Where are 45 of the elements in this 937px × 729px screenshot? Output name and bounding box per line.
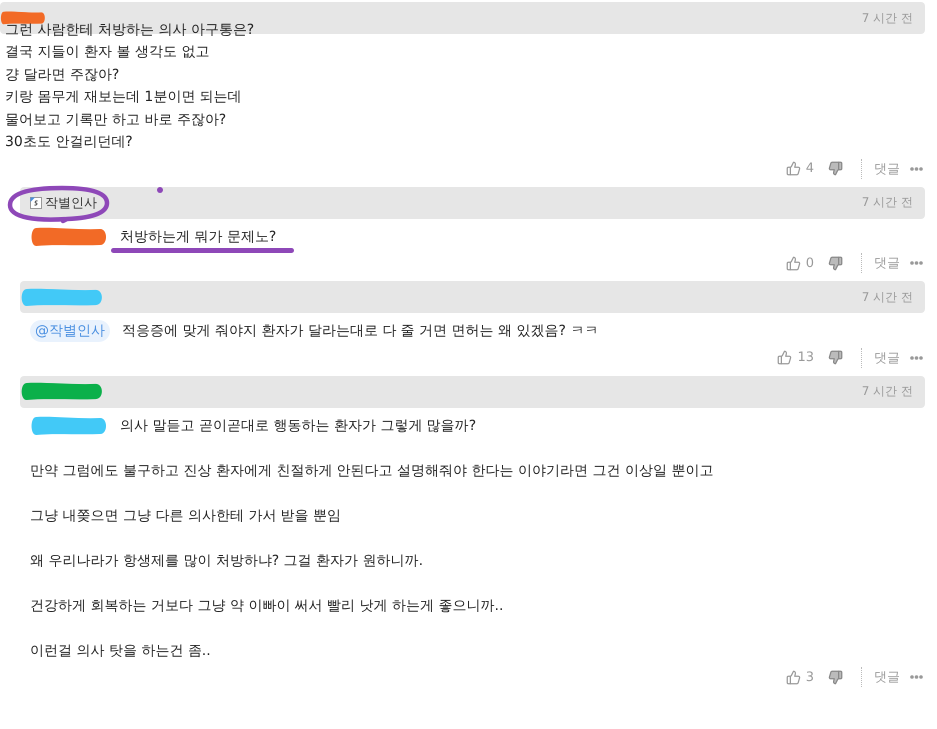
comment-text: 왜 우리나라가 항생제를 많이 처방하냐? 그걸 환자가 원하니까. bbox=[30, 552, 424, 570]
comment-text: 그냥 내쫒으면 그냥 다른 의사한테 가서 받을 뿐임 bbox=[30, 506, 342, 526]
comment-text: 이런걸 의사 탓을 하는건 좀.. bbox=[30, 642, 211, 660]
more-icon bbox=[910, 166, 923, 170]
more-icon bbox=[910, 261, 923, 265]
dislike-button[interactable] bbox=[828, 350, 843, 365]
reply-button[interactable]: 댓글 bbox=[874, 254, 900, 272]
more-button[interactable] bbox=[910, 356, 923, 360]
more-button[interactable] bbox=[910, 261, 923, 265]
thumbs-up-icon bbox=[777, 350, 792, 365]
comment-text: 키랑 몸무게 재보는데 1분이면 되는데 물어보고 기록만 하고 바로 주잖아? 30초도 안걸리던데? bbox=[5, 88, 242, 152]
more-icon bbox=[910, 675, 923, 679]
comment-text: 건강하게 회복하는 거보다 그냥 약 이빠이 써서 빨리 낫게 하는게 좋으니까.. bbox=[30, 596, 504, 616]
thumbs-down-icon bbox=[828, 161, 843, 176]
dislike-button[interactable] bbox=[828, 256, 843, 270]
reply-button[interactable]: 댓글 bbox=[874, 348, 900, 366]
like-button[interactable]: 3 bbox=[786, 670, 814, 684]
more-button[interactable] bbox=[910, 166, 923, 170]
comment-text: 만약 그럼에도 불구하고 진상 환자에게 친절하게 안된다고 설명해줘야 한다는 이야기라면 그건 이상일 뿐이고 bbox=[30, 462, 714, 480]
comment-text: 그런 사람한테 처방하는 의사 아구통은? 결국 지들이 환자 볼 생각도 없고 걍 달라면 주잖아? bbox=[5, 20, 254, 84]
dislike-button[interactable] bbox=[828, 670, 843, 684]
comment-text: 의사 말듣고 곧이곧대로 행동하는 환자가 그렇게 많을까? bbox=[120, 416, 476, 436]
timestamp: 7 시간 전 bbox=[862, 10, 913, 26]
timestamp: 7 시간 전 bbox=[862, 383, 913, 400]
like-button[interactable]: 4 bbox=[786, 161, 814, 176]
timestamp: 7 시간 전 bbox=[862, 194, 913, 211]
more-button[interactable] bbox=[910, 675, 923, 679]
mention-tag[interactable]: @작별인사 bbox=[30, 320, 110, 342]
reply-button[interactable]: 댓글 bbox=[874, 160, 900, 178]
more-icon bbox=[910, 356, 923, 360]
thumbs-down-icon bbox=[828, 670, 843, 684]
thumbs-up-icon bbox=[786, 670, 801, 684]
thumbs-down-icon bbox=[828, 350, 843, 365]
dislike-button[interactable] bbox=[828, 161, 843, 176]
comment-text: 적응증에 맞게 줘야지 환자가 달라는대로 다 줄 거면 면허는 왜 있겠음? ㅋㅋ bbox=[122, 322, 598, 341]
thumbs-up-icon bbox=[786, 161, 801, 176]
comment-text: 처방하는게 뭐가 문제노? bbox=[120, 228, 276, 246]
like-button[interactable]: 0 bbox=[786, 256, 814, 270]
user-badge-icon bbox=[30, 196, 42, 208]
reply-button[interactable]: 댓글 bbox=[874, 668, 900, 686]
thumbs-up-icon bbox=[786, 256, 801, 270]
like-button[interactable]: 13 bbox=[777, 350, 814, 365]
timestamp: 7 시간 전 bbox=[862, 288, 913, 306]
username[interactable]: 작별인사 bbox=[45, 194, 97, 212]
thumbs-down-icon bbox=[828, 256, 843, 270]
